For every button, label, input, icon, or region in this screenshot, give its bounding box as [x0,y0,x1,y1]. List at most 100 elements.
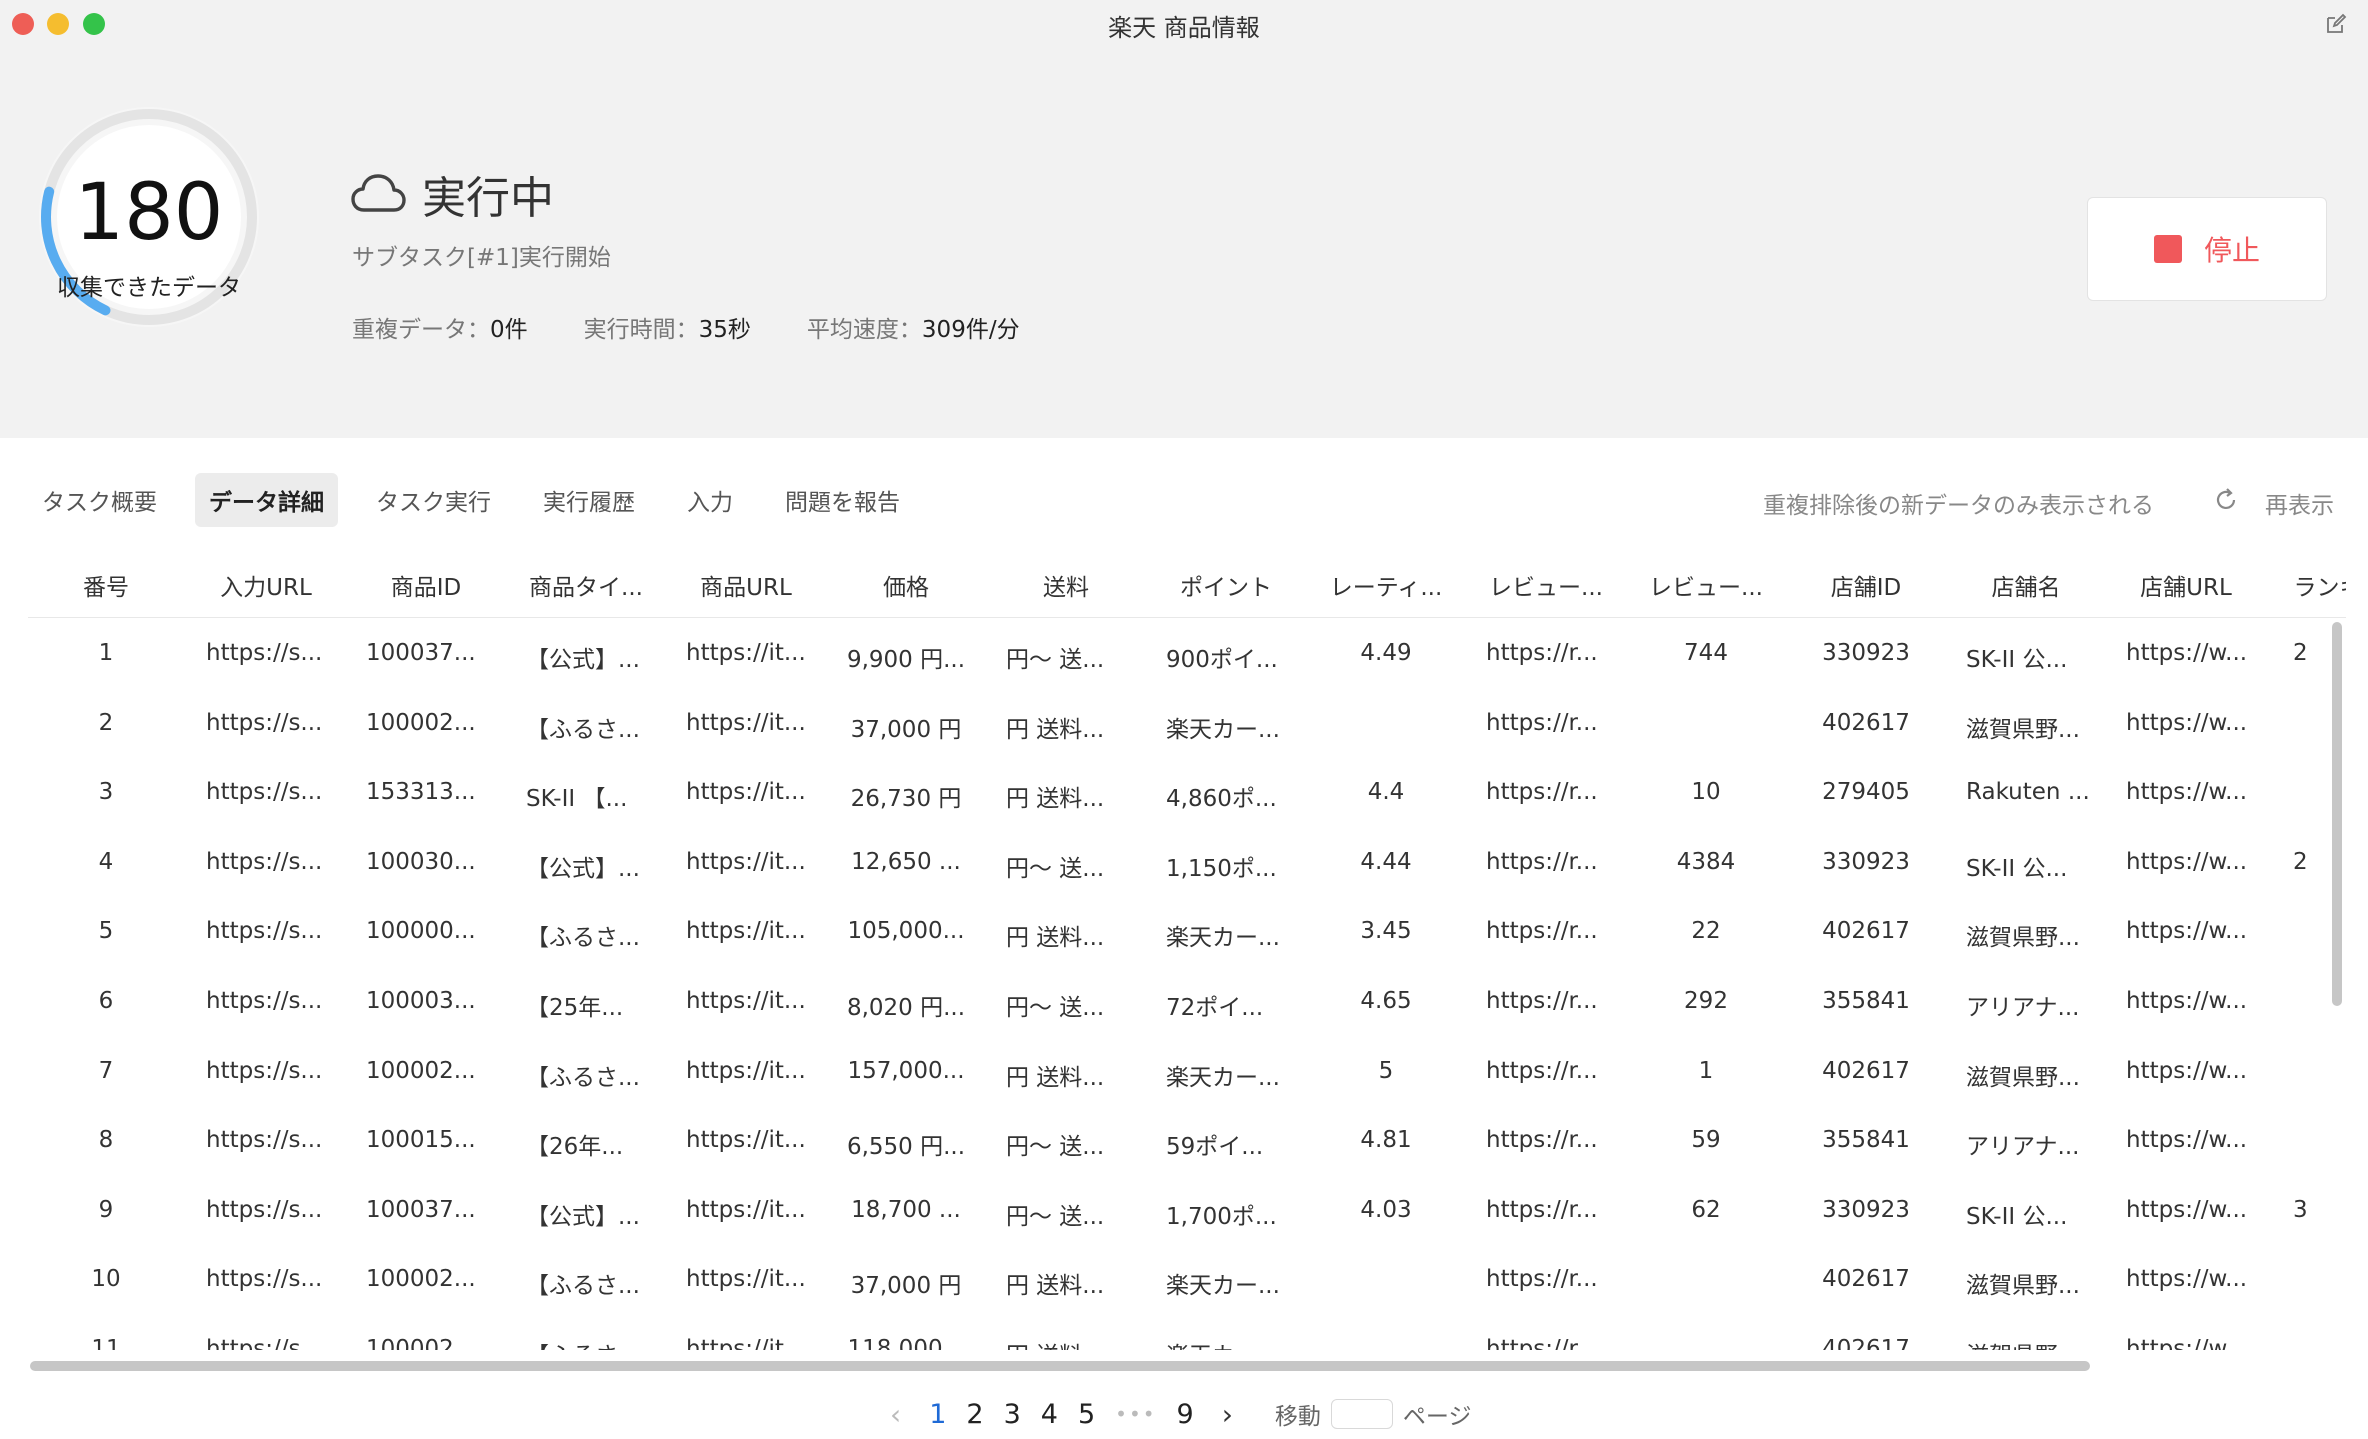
goto-page-input[interactable] [1330,1399,1393,1429]
table-cell: 【ふるさ... [526,1064,640,1091]
column-header-2[interactable]: 商品ID [356,568,496,602]
column-header-0[interactable]: 番号 [36,568,176,602]
table-cell: 3 [98,779,114,806]
page-3-button[interactable]: 3 [994,1399,1031,1430]
vertical-scrollbar[interactable] [2332,622,2342,1006]
table-row[interactable]: 2 https://s... 100002... 【ふるさ... https://it.… [28,688,2346,758]
table-cell: 330923 [1822,640,1910,666]
page-2-button[interactable]: 2 [956,1399,993,1430]
table-cell: 7 [98,1057,114,1084]
table-row[interactable]: 8 https://s... 100015... 【26年... https://it.… [28,1105,2346,1175]
tab-2[interactable]: タスク実行 [362,473,505,527]
table-row[interactable]: 3 https://s... 153313... SK-II 【... https://… [28,757,2346,827]
table-cell: https://r... [1486,1057,1598,1084]
table-row[interactable]: 5 https://s... 100000... 【ふるさ... https://it.… [28,896,2346,966]
data-table: 番号 入力URL 商品ID 商品タイ... 商品URL 価格 送料 ポイント レーティ... レビ… [28,550,2346,1350]
table-cell: 8,020 円... [846,995,966,1021]
table-cell: 【公式】... [526,855,640,882]
column-header-14[interactable]: ランキ [2258,568,2347,602]
table-row[interactable]: 1 https://s... 100037... 【公式】... https://it.… [28,618,2346,688]
tab-0[interactable]: タスク概要 [28,473,171,527]
page-5-button[interactable]: 5 [1068,1399,1105,1430]
table-cell: https://w... [2126,1057,2248,1084]
column-header-7[interactable]: ポイント [1156,568,1296,602]
table-cell: 楽天カー... [1166,925,1280,952]
table-row[interactable]: 10 https://s... 100002... 【ふるさ... https://it… [28,1244,2346,1314]
tab-4[interactable]: 入力 [673,473,747,527]
tab-bar: タスク概要 データ詳細 タスク実行 実行履歴 入力 問題を報告 [28,473,938,527]
refresh-icon[interactable] [2212,486,2240,514]
table-cell: 157,000... [847,1057,965,1084]
table-cell: アリアナ... [1966,1134,2080,1161]
table-cell: https://it... [686,779,806,806]
duplicate-stat: 重複データ：0件 [352,317,528,343]
page-1-button[interactable]: 1 [919,1399,956,1430]
table-cell: 4.65 [1360,988,1412,1014]
table-cell: https://w... [2126,1196,2248,1223]
column-header-11[interactable]: 店舗ID [1796,568,1936,602]
table-cell: 402617 [1822,1336,1910,1350]
collected-count: 180 [74,168,224,258]
table-cell: 900ポイ... [1166,647,1278,673]
tab-3[interactable]: 実行履歴 [529,473,649,527]
table-cell: https://it... [686,640,806,666]
table-cell: 100000... [366,918,476,945]
tab-5[interactable]: 問題を報告 [771,473,914,527]
table-cell: 5 [98,918,114,945]
table-row[interactable]: 9 https://s... 100037... 【公式】... https://it.… [28,1175,2346,1245]
column-header-10[interactable]: レビュー... [1636,568,1776,602]
table-cell: https://w... [2126,918,2248,945]
table-cell: 楽天カー... [1166,716,1280,743]
table-cell: 4.44 [1360,848,1412,875]
table-row[interactable]: 6 https://s... 100003... 【25年... https://it.… [28,966,2346,1036]
table-cell: https://w... [2126,709,2248,736]
table-cell: https://s... [206,1336,323,1350]
column-header-3[interactable]: 商品タイ... [516,568,656,602]
table-cell: https://it... [686,1266,806,1293]
table-cell: https://it... [686,918,806,945]
table-cell: SK-II 公... [1966,1203,2068,1230]
table-cell: 153313... [366,779,476,806]
stop-button[interactable]: 停止 [2087,197,2327,301]
column-header-4[interactable]: 商品URL [676,568,816,602]
title-bar: 楽天 商品情報 [0,0,2368,48]
table-cell: 3 [2293,1196,2308,1223]
column-header-12[interactable]: 店舗名 [1956,568,2096,602]
table-cell: https://it... [686,1057,806,1084]
edit-icon[interactable] [2324,12,2348,36]
prev-page-icon[interactable]: ‹ [872,1398,919,1431]
table-cell: 4,860ポ... [1166,786,1277,813]
column-header-6[interactable]: 送料 [996,568,1136,602]
table-cell: 355841 [1822,988,1910,1014]
table-cell: 円 送料... [1006,1273,1105,1300]
page-4-button[interactable]: 4 [1031,1399,1068,1430]
table-cell: https://s... [206,640,323,666]
table-row[interactable]: 4 https://s... 100030... 【公式】... https://it.… [28,827,2346,897]
table-cell: 12,650 ... [851,848,961,875]
page-last-button[interactable]: 9 [1167,1399,1204,1430]
refresh-button[interactable]: 再表示 [2265,486,2334,520]
column-header-8[interactable]: レーティ... [1316,568,1456,602]
column-header-13[interactable]: 店舗URL [2116,568,2256,602]
table-cell: 100037... [366,1196,476,1223]
column-header-9[interactable]: レビュー... [1476,568,1616,602]
table-row[interactable]: 11 https://s... 100002... 【ふるさ... https://it… [28,1314,2346,1350]
table-cell: 円 送料... [1006,786,1105,813]
column-header-5[interactable]: 価格 [836,568,976,602]
tab-1[interactable]: データ詳細 [195,473,338,527]
table-cell: 1,700ポ... [1166,1203,1277,1230]
stop-icon [2153,235,2182,263]
table-cell: 円 送料... [1006,925,1105,952]
table-cell: 円〜 送... [1006,647,1105,673]
more-pages-icon[interactable]: ••• [1105,1402,1166,1426]
table-cell: https://w... [2126,640,2248,666]
table-cell: 26,730 円 [850,786,962,813]
table-row[interactable]: 7 https://s... 100002... 【ふるさ... https://it.… [28,1036,2346,1106]
table-cell: https://s... [206,1127,323,1154]
column-header-1[interactable]: 入力URL [196,568,336,602]
table-cell: https://w... [2126,1336,2248,1350]
table-cell: 8 [98,1127,114,1154]
next-page-icon[interactable]: › [1204,1398,1251,1431]
horizontal-scrollbar[interactable] [30,1361,2090,1371]
table-cell: 100030... [366,848,476,875]
